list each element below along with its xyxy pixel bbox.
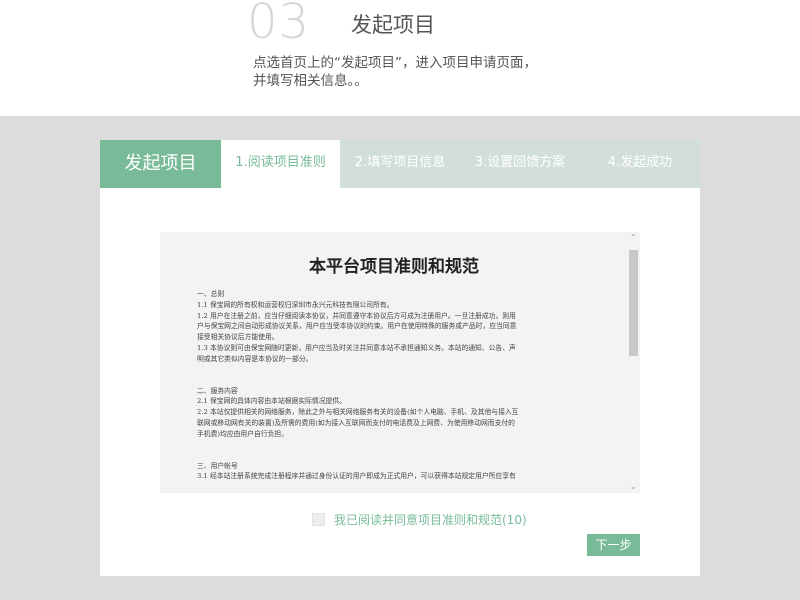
agreement-line: 1.1 保宝网的所有权和运营权归深圳市永兴元科技有限公司所有。 <box>197 300 394 309</box>
tab-read-rules[interactable]: 1.阅读项目准则 <box>221 140 340 188</box>
agreement-line: 3.1 经本站注册系统完成注册程序并通过身份认证的用户即成为正式用户，可以获得本… <box>197 472 516 481</box>
chevron-up-icon[interactable]: ⌃ <box>627 232 640 244</box>
step-description: 点选首页上的“发起项目”，进入项目申请页面， 并填写相关信息。。 <box>253 54 573 90</box>
content-area: 发起项目 1.阅读项目准则 2.填写项目信息 3.设置回馈方案 4.发起成功 本… <box>0 116 800 600</box>
agreement-line: 一、总则 <box>197 290 225 298</box>
agreement-line: 1.3 本协议则可由保宝网随时更新，用户应当及时关注并同意本站不承担通知义务。本… <box>197 343 516 352</box>
intro-section: 03 发起项目 点选首页上的“发起项目”，进入项目申请页面， 并填写相关信息。。 <box>0 0 800 116</box>
agreement-text: 一、总则 1.1 保宝网的所有权和运营权归深圳市永兴元科技有限公司所有。 1.2… <box>197 289 607 482</box>
next-button[interactable]: 下一步 <box>587 534 640 556</box>
scrollbar[interactable]: ⌃ ⌄ <box>627 232 640 493</box>
agreement-line: 明或其它类似内容是本协议的一部分。 <box>197 354 313 363</box>
step-description-line: 点选首页上的“发起项目”，进入项目申请页面， <box>253 55 537 71</box>
agreement-title: 本平台项目准则和规范 <box>309 257 479 277</box>
agreement-line: 2.2 本站仅提供相关的网络服务，除此之外与相关网络服务有关的设备(如个人电脑、… <box>197 408 519 417</box>
scrollbar-thumb[interactable] <box>629 250 638 356</box>
tab-fill-info[interactable]: 2.填写项目信息 <box>340 140 460 188</box>
consent-checkbox[interactable] <box>312 512 325 526</box>
tab-launch-success[interactable]: 4.发起成功 <box>580 140 700 188</box>
step-title: 发起项目 <box>351 13 435 37</box>
wizard-panel: 发起项目 1.阅读项目准则 2.填写项目信息 3.设置回馈方案 4.发起成功 本… <box>100 140 700 576</box>
step-description-line: 并填写相关信息。。 <box>253 73 368 89</box>
agreement-box[interactable]: 本平台项目准则和规范 一、总则 1.1 保宝网的所有权和运营权归深圳市永兴元科技… <box>160 232 640 493</box>
consent-row[interactable]: 我已阅读并同意项目准则和规范(10) <box>312 510 527 528</box>
agreement-line: 联网或移动网有关的装置)及所需的费用(如为接入互联网而支付的电话费及上网费、为使… <box>197 418 515 427</box>
tab-set-rewards[interactable]: 3.设置回馈方案 <box>460 140 580 188</box>
agreement-line: 手机费)均应由用户自行负担。 <box>197 429 289 438</box>
agreement-line: 三、用户帐号 <box>197 461 238 470</box>
chevron-down-icon[interactable]: ⌄ <box>627 481 640 493</box>
step-number: 03 <box>247 0 311 50</box>
consent-label[interactable]: 我已阅读并同意项目准则和规范(10) <box>334 511 527 528</box>
agreement-line: 接受相关协议后方能使用。 <box>197 333 279 342</box>
wizard-title: 发起项目 <box>100 140 221 188</box>
agreement-line: 二、服务内容 <box>197 386 238 395</box>
agreement-line: 1.2 用户在注册之前，应当仔细阅读本协议，并同意遵守本协议后方可成为注册用户。… <box>197 311 516 320</box>
agreement-line: 2.1 保宝网的具体内容由本站根据实际情况提供。 <box>197 397 346 406</box>
wizard-tabs: 发起项目 1.阅读项目准则 2.填写项目信息 3.设置回馈方案 4.发起成功 <box>100 140 700 188</box>
agreement-line: 户与保宝网之间自动形成协议关系，用户应当受本协议的约束。用户在使用特殊的服务或产… <box>197 322 517 331</box>
